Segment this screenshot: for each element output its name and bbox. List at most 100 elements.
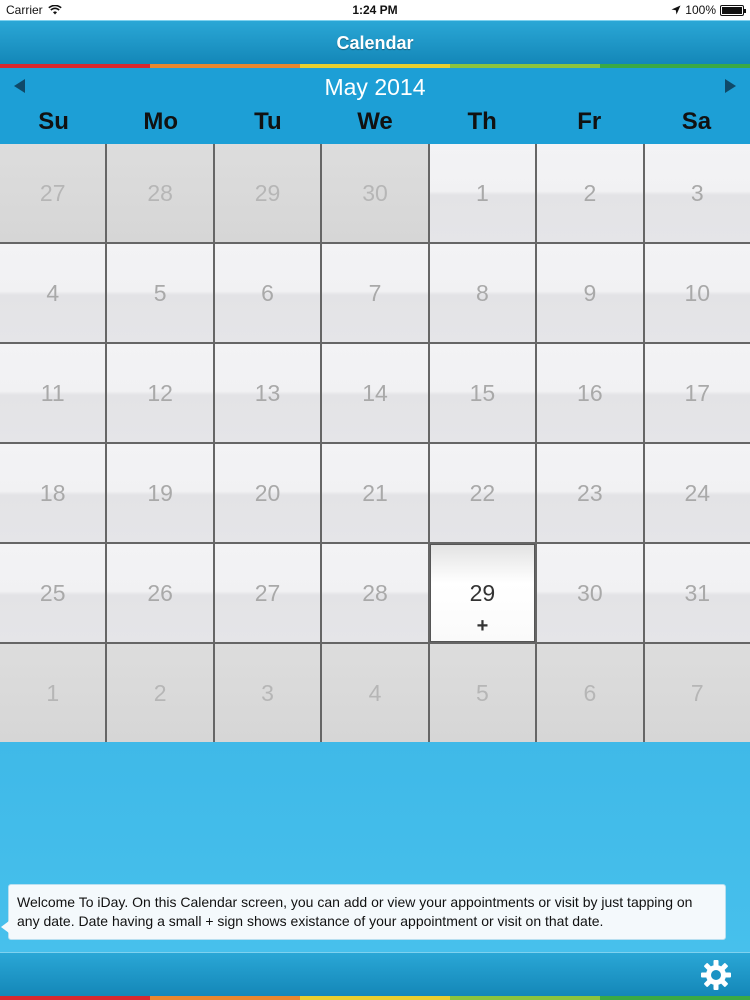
day-number: 23 [577, 479, 603, 506]
day-cell[interactable]: 17 [644, 344, 750, 442]
day-number: 22 [469, 479, 496, 506]
location-arrow-icon [671, 5, 681, 15]
next-month-arrow-icon[interactable] [725, 79, 736, 93]
day-cell-other-month[interactable]: 30 [322, 144, 428, 242]
day-cell[interactable]: 12 [107, 344, 213, 442]
day-cell[interactable]: 18 [0, 444, 106, 542]
month-header: May 2014 Su Mo Tu We Th Fr Sa [0, 68, 750, 144]
status-bar: Carrier 1:24 PM 100% [0, 0, 750, 20]
day-number: 5 [153, 279, 167, 306]
day-cell[interactable]: 31 [644, 544, 750, 642]
calendar-grid: 27 28 29 30 1 2 3 4 5 6 7 8 9 10 11 12 1… [0, 144, 750, 742]
day-number: 15 [469, 379, 496, 406]
day-cell[interactable]: 26 [107, 544, 213, 642]
day-number: 13 [254, 379, 281, 406]
weekday-label: Mo [143, 108, 179, 135]
day-number: 6 [583, 679, 597, 706]
day-number: 12 [147, 379, 173, 406]
day-number: 8 [476, 279, 489, 306]
day-cell-other-month[interactable]: 5 [429, 644, 536, 742]
day-cell[interactable]: 6 [214, 244, 321, 342]
day-cell[interactable]: 8 [429, 244, 536, 342]
day-cell[interactable]: 5 [107, 244, 213, 342]
day-cell[interactable]: 1 [429, 144, 536, 242]
day-number: 1 [476, 179, 489, 206]
day-cell[interactable]: 15 [429, 344, 536, 442]
day-number: 29 [254, 179, 281, 206]
day-cell[interactable]: 20 [214, 444, 321, 542]
day-number: 10 [684, 279, 711, 306]
bottom-toolbar [0, 952, 750, 996]
battery-icon [720, 4, 746, 16]
gear-icon[interactable] [700, 959, 732, 991]
day-number: 20 [254, 479, 281, 506]
day-number: 27 [39, 179, 66, 206]
color-stripe-bottom [0, 996, 750, 1000]
day-cell[interactable]: 27 [214, 544, 321, 642]
day-number: 19 [147, 479, 173, 506]
day-cell[interactable]: 22 [429, 444, 536, 542]
stripe-segment [0, 996, 150, 1000]
day-cell-other-month[interactable]: 1 [0, 644, 106, 742]
day-cell-today[interactable]: 29 + [429, 544, 536, 642]
day-cell-other-month[interactable]: 6 [537, 644, 643, 742]
page-title: Calendar [336, 33, 414, 53]
day-number: 7 [690, 679, 704, 706]
day-cell[interactable]: 4 [0, 244, 106, 342]
weekday-header: Su Mo Tu We Th Fr Sa [0, 108, 750, 142]
day-number: 11 [40, 379, 65, 406]
day-cell[interactable]: 9 [537, 244, 643, 342]
day-cell[interactable]: 16 [537, 344, 643, 442]
day-number: 6 [261, 279, 274, 306]
day-number: 1 [46, 679, 60, 706]
day-cell[interactable]: 7 [322, 244, 428, 342]
help-tooltip: Welcome To iDay. On this Calendar screen… [1, 884, 726, 940]
day-cell-other-month[interactable]: 27 [0, 144, 106, 242]
day-number: 30 [577, 579, 603, 606]
clock: 1:24 PM [352, 3, 398, 17]
day-cell[interactable]: 3 [644, 144, 750, 242]
day-number: 24 [684, 479, 711, 506]
weekday-label: We [357, 108, 393, 135]
day-cell-other-month[interactable]: 3 [214, 644, 321, 742]
day-number: 3 [690, 179, 704, 206]
day-number: 5 [476, 679, 489, 706]
day-cell[interactable]: 13 [214, 344, 321, 442]
day-number: 27 [254, 579, 281, 606]
day-number: 4 [368, 679, 382, 706]
day-cell-other-month[interactable]: 4 [322, 644, 428, 742]
day-number: 28 [362, 579, 388, 606]
day-cell[interactable]: 30 [537, 544, 643, 642]
day-number: 30 [362, 179, 388, 206]
day-number: 7 [368, 279, 382, 306]
nav-bar: Calendar [0, 20, 750, 64]
battery-percent: 100% [685, 3, 716, 17]
day-cell[interactable]: 24 [644, 444, 750, 542]
weekday-label: Fr [577, 108, 602, 135]
day-number: 21 [362, 479, 388, 506]
day-cell-other-month[interactable]: 2 [107, 644, 213, 742]
weekday-label: Su [38, 108, 69, 135]
day-cell[interactable]: 11 [0, 344, 106, 442]
day-cell-other-month[interactable]: 29 [214, 144, 321, 242]
day-cell-other-month[interactable]: 7 [644, 644, 750, 742]
day-cell[interactable]: 10 [644, 244, 750, 342]
stripe-segment [450, 996, 600, 1000]
month-title: May 2014 [324, 74, 426, 100]
weekday-label: Th [467, 108, 497, 135]
day-cell[interactable]: 19 [107, 444, 213, 542]
help-text: Welcome To iDay. On this Calendar screen… [17, 894, 693, 929]
day-cell[interactable]: 23 [537, 444, 643, 542]
day-number: 9 [583, 279, 597, 306]
day-number: 4 [46, 279, 60, 306]
stripe-segment [300, 996, 450, 1000]
day-cell[interactable]: 2 [537, 144, 643, 242]
day-cell[interactable]: 25 [0, 544, 106, 642]
day-cell[interactable]: 28 [322, 544, 428, 642]
day-cell-other-month[interactable]: 28 [107, 144, 213, 242]
day-cell[interactable]: 14 [322, 344, 428, 442]
day-number: 16 [577, 379, 603, 406]
day-cell[interactable]: 21 [322, 444, 428, 542]
day-number: 18 [39, 479, 66, 506]
day-number: 2 [153, 679, 167, 706]
